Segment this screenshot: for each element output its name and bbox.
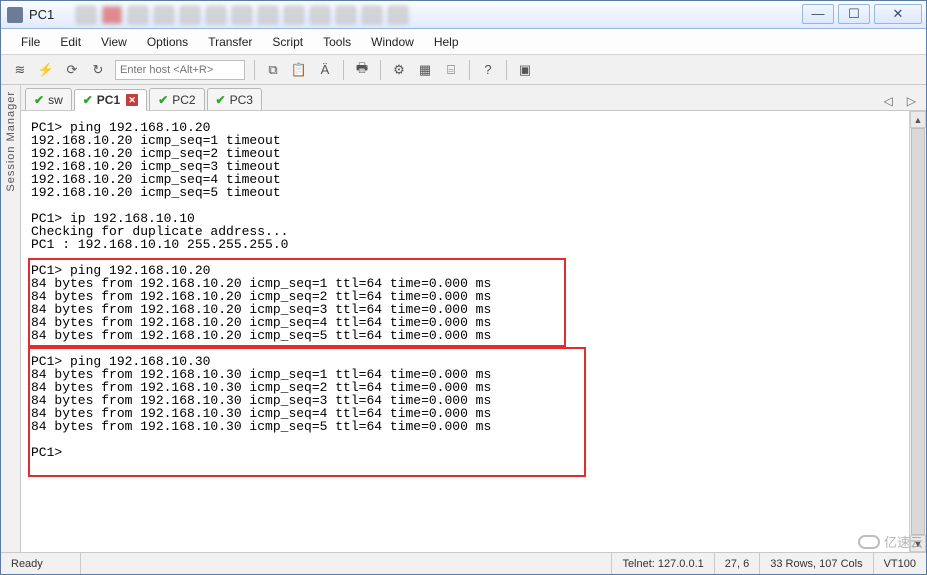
tab-sw[interactable]: ✔ sw <box>25 88 72 110</box>
app-icon <box>7 7 23 23</box>
status-emulation: VT100 <box>874 553 926 574</box>
tab-label: PC2 <box>172 93 195 107</box>
check-icon: ✔ <box>34 93 44 107</box>
options-icon[interactable]: ⌸ <box>439 59 463 81</box>
status-bar: Ready Telnet: 127.0.0.1 27, 6 33 Rows, 1… <box>1 552 926 574</box>
paste-icon[interactable]: 📋 <box>287 59 311 81</box>
menu-options[interactable]: Options <box>137 31 198 53</box>
menu-window[interactable]: Window <box>361 31 424 53</box>
tab-navigation: ◁ ▷ <box>880 92 926 110</box>
help-icon[interactable]: ? <box>476 59 500 81</box>
main-area: Session Manager ✔ sw ✔ PC1 ✕ ✔ PC2 <box>1 85 926 552</box>
menu-file[interactable]: File <box>11 31 50 53</box>
toolbar-separator <box>380 60 381 80</box>
menu-view[interactable]: View <box>91 31 137 53</box>
lightning-icon[interactable]: ⚡ <box>34 59 58 81</box>
scroll-up-button[interactable]: ▲ <box>910 111 926 128</box>
scroll-track[interactable] <box>910 128 926 535</box>
toolbar-separator <box>343 60 344 80</box>
terminal[interactable]: PC1> ping 192.168.10.20 192.168.10.20 ic… <box>21 111 909 552</box>
minimize-button[interactable]: — <box>802 4 834 24</box>
cascade-icon[interactable]: ≋ <box>8 59 32 81</box>
check-icon: ✔ <box>216 93 226 107</box>
quick-toolbar-blurred <box>76 5 408 25</box>
app-window: PC1 — ☐ ✕ File Edit View Options Transfe… <box>0 0 927 575</box>
status-ready: Ready <box>1 553 81 574</box>
refresh-icon[interactable]: ⟳ <box>60 59 84 81</box>
tab-label: PC1 <box>97 93 120 107</box>
tab-next-button[interactable]: ▷ <box>903 92 920 110</box>
window-controls: — ☐ ✕ <box>798 4 922 26</box>
tab-close-icon[interactable]: ✕ <box>126 94 138 106</box>
reconnect-icon[interactable]: ↻ <box>86 59 110 81</box>
tab-pc2[interactable]: ✔ PC2 <box>149 88 204 110</box>
tab-pc3[interactable]: ✔ PC3 <box>207 88 262 110</box>
menu-edit[interactable]: Edit <box>50 31 91 53</box>
menu-bar: File Edit View Options Transfer Script T… <box>1 29 926 55</box>
tab-label: sw <box>48 93 63 107</box>
scroll-down-button[interactable]: ▼ <box>910 535 926 552</box>
copy-icon[interactable]: ⧉ <box>261 59 285 81</box>
find-icon[interactable]: Ä <box>313 59 337 81</box>
terminal-output: PC1> ping 192.168.10.20 192.168.10.20 ic… <box>21 111 909 459</box>
check-icon: ✔ <box>83 93 93 107</box>
scroll-thumb[interactable] <box>911 128 925 535</box>
tab-label: PC3 <box>230 93 253 107</box>
session-manager-panel[interactable]: Session Manager <box>1 85 21 552</box>
status-cursor: 27, 6 <box>715 553 760 574</box>
properties-icon[interactable]: ▦ <box>413 59 437 81</box>
work-area: ✔ sw ✔ PC1 ✕ ✔ PC2 ✔ PC3 ◁ ▷ <box>21 85 926 552</box>
crt-icon[interactable]: ▣ <box>513 59 537 81</box>
menu-transfer[interactable]: Transfer <box>198 31 262 53</box>
vertical-scrollbar[interactable]: ▲ ▼ <box>909 111 926 552</box>
tab-pc1[interactable]: ✔ PC1 ✕ <box>74 89 147 111</box>
session-manager-label: Session Manager <box>5 91 17 192</box>
print-icon[interactable]: 🖶 <box>350 59 374 81</box>
toolbar-separator <box>254 60 255 80</box>
tab-prev-button[interactable]: ◁ <box>880 92 897 110</box>
check-icon: ✔ <box>158 93 168 107</box>
maximize-button[interactable]: ☐ <box>838 4 870 24</box>
terminal-container: PC1> ping 192.168.10.20 192.168.10.20 ic… <box>21 111 926 552</box>
close-window-button[interactable]: ✕ <box>874 4 922 24</box>
menu-tools[interactable]: Tools <box>313 31 361 53</box>
title-bar: PC1 — ☐ ✕ <box>1 1 926 29</box>
status-connection: Telnet: 127.0.0.1 <box>612 553 714 574</box>
status-spacer <box>81 553 612 574</box>
toolbar: ≋ ⚡ ⟳ ↻ ⧉ 📋 Ä 🖶 ⚙ ▦ ⌸ ? ▣ <box>1 55 926 85</box>
status-size: 33 Rows, 107 Cols <box>760 553 873 574</box>
gear-icon[interactable]: ⚙ <box>387 59 411 81</box>
menu-script[interactable]: Script <box>262 31 313 53</box>
session-tabs: ✔ sw ✔ PC1 ✕ ✔ PC2 ✔ PC3 ◁ ▷ <box>21 85 926 111</box>
toolbar-separator <box>506 60 507 80</box>
window-title: PC1 <box>29 7 54 22</box>
toolbar-separator <box>469 60 470 80</box>
host-input[interactable] <box>115 60 245 80</box>
menu-help[interactable]: Help <box>424 31 469 53</box>
